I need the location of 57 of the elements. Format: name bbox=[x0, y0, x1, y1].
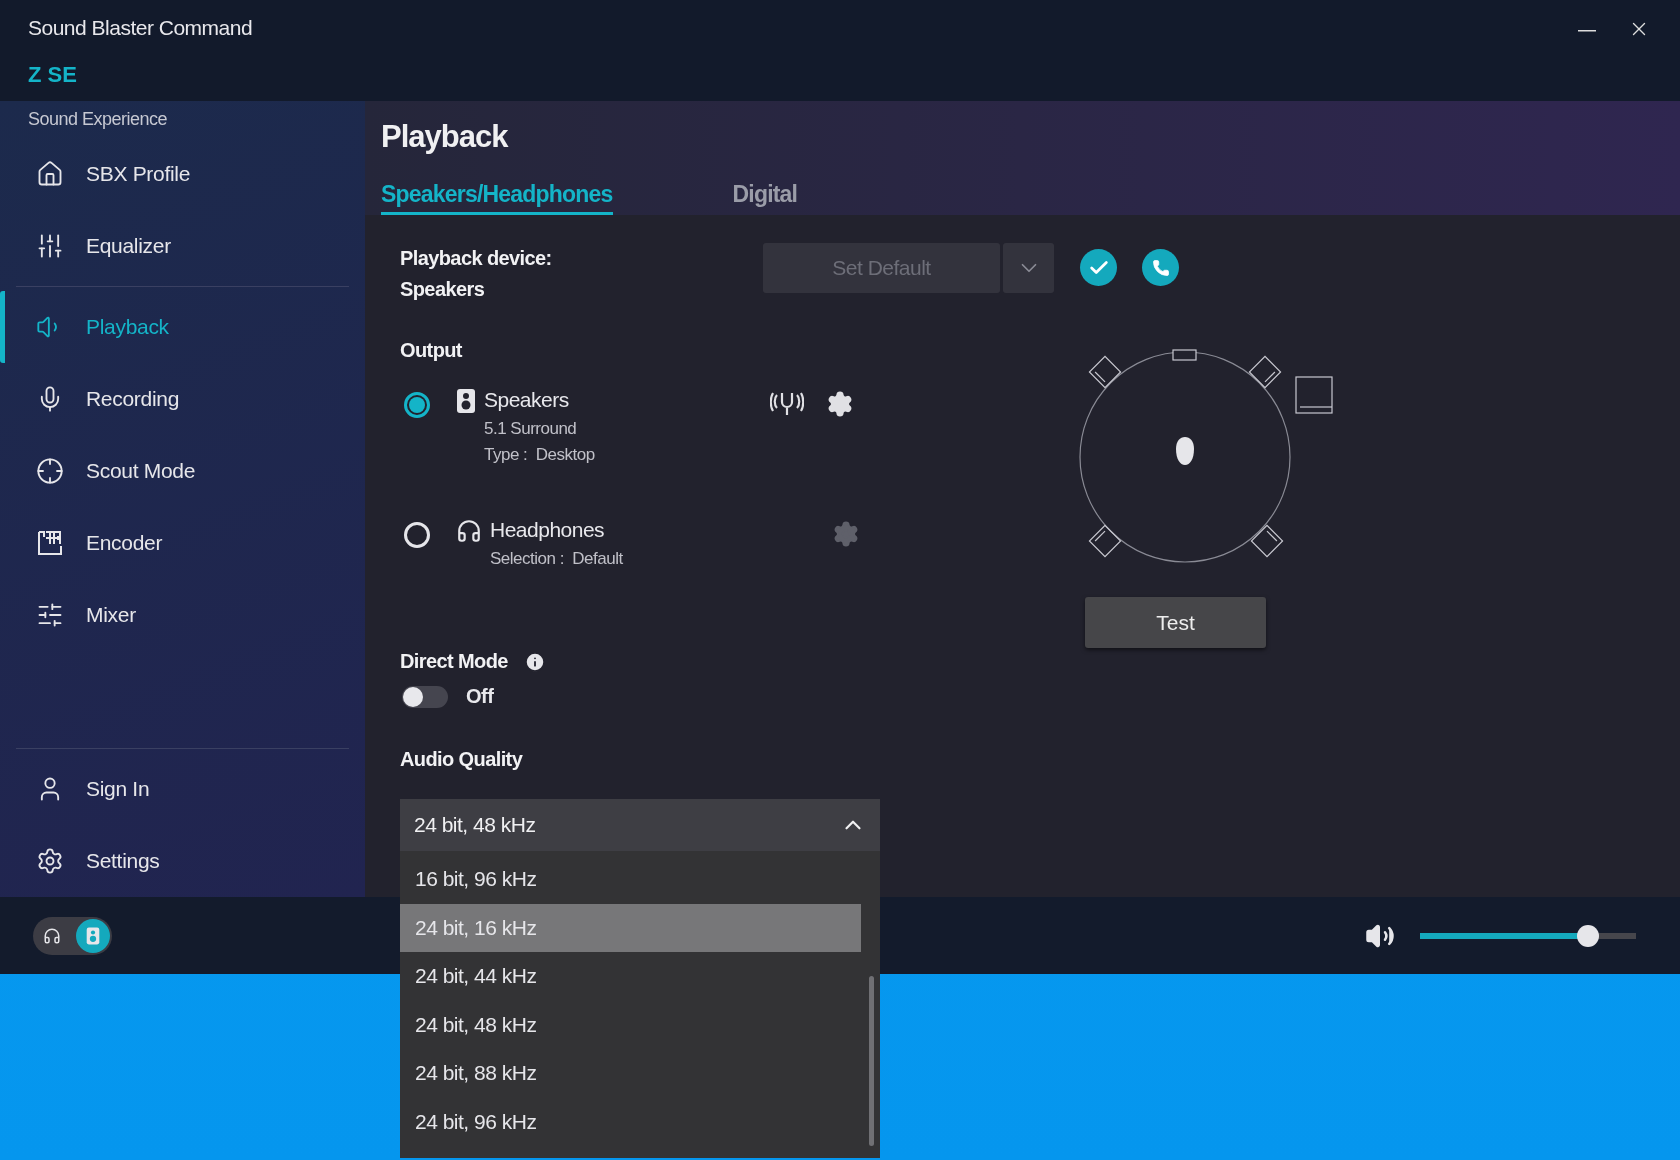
volume-thumb[interactable] bbox=[1577, 924, 1600, 947]
speaker-icon bbox=[86, 925, 100, 946]
grid-chart-icon bbox=[36, 529, 64, 557]
equalizer-icon bbox=[36, 232, 64, 260]
dropdown-option[interactable]: 24 bit, 44 kHz bbox=[400, 952, 861, 1001]
output-switch[interactable] bbox=[33, 916, 112, 955]
dropdown-option[interactable]: 24 bit, 48 kHz bbox=[400, 1000, 861, 1049]
output-detail: Type : Desktop bbox=[484, 444, 596, 466]
dropdown-option[interactable]: 24 bit, 16 kHz bbox=[400, 903, 861, 952]
page-title: Playback bbox=[381, 119, 510, 155]
output-name: Headphones bbox=[490, 518, 606, 542]
toggle-status: Off bbox=[466, 685, 494, 708]
sliders-icon bbox=[36, 601, 64, 629]
nav-item[interactable]: Encoder bbox=[0, 507, 349, 579]
test-button[interactable]: Test bbox=[1085, 597, 1266, 648]
tuning-fork-icon[interactable] bbox=[770, 390, 804, 416]
playback-device-value: Speakers bbox=[400, 277, 486, 302]
nav-item[interactable]: Settings bbox=[0, 825, 349, 897]
dropdown-option[interactable]: 16 bit, 96 kHz bbox=[400, 855, 861, 904]
scrollbar-thumb[interactable] bbox=[869, 976, 874, 1146]
output-detail: Selection : Default bbox=[490, 548, 624, 570]
nav-item[interactable]: Mixer bbox=[0, 579, 349, 651]
phone-button[interactable] bbox=[1142, 249, 1179, 286]
info-icon[interactable] bbox=[523, 650, 546, 673]
tab[interactable]: Speakers/Headphones bbox=[381, 181, 613, 215]
headphones-icon bbox=[456, 518, 482, 544]
device-name: Z SE bbox=[28, 62, 78, 88]
crosshair-icon bbox=[36, 457, 64, 485]
output-name: Speakers bbox=[484, 388, 570, 412]
settings-icon[interactable] bbox=[826, 390, 854, 418]
speaker-icon bbox=[456, 388, 476, 414]
direct-mode-toggle[interactable] bbox=[402, 685, 448, 708]
output-heading: Output bbox=[400, 339, 464, 362]
nav-item[interactable]: Playback bbox=[0, 291, 349, 363]
headphones-icon bbox=[43, 926, 61, 945]
home-icon bbox=[36, 160, 64, 188]
audio-quality-dropdown[interactable]: 24 bit, 48 kHz bbox=[400, 799, 880, 851]
playback-device-label: Playback device: bbox=[400, 246, 553, 271]
dropdown-option[interactable]: 24 bit, 88 kHz bbox=[400, 1049, 861, 1098]
tab[interactable]: Digital bbox=[732, 181, 798, 215]
nav-item[interactable]: Equalizer bbox=[0, 210, 349, 282]
speaker-switch-option[interactable] bbox=[76, 918, 110, 953]
dropdown-option[interactable]: 24 bit, 96 kHz bbox=[400, 1097, 861, 1146]
direct-mode-label: Direct Mode bbox=[400, 650, 508, 673]
app-title: Sound Blaster Command bbox=[28, 16, 253, 40]
nav-item[interactable]: SBX Profile bbox=[0, 138, 349, 210]
section-label: Sound Experience bbox=[27, 109, 169, 130]
nav-item[interactable]: Scout Mode bbox=[0, 435, 349, 507]
minimize-icon bbox=[1578, 30, 1596, 32]
output-detail: 5.1 Surround bbox=[484, 418, 578, 440]
phone-icon bbox=[1151, 258, 1170, 277]
nav-item[interactable]: Sign In bbox=[0, 753, 349, 825]
radio-button[interactable] bbox=[404, 392, 430, 418]
settings-icon bbox=[36, 847, 64, 875]
audio-quality-label: Audio Quality bbox=[400, 748, 524, 771]
nav-item[interactable]: Recording bbox=[0, 363, 349, 435]
check-button[interactable] bbox=[1080, 249, 1117, 286]
